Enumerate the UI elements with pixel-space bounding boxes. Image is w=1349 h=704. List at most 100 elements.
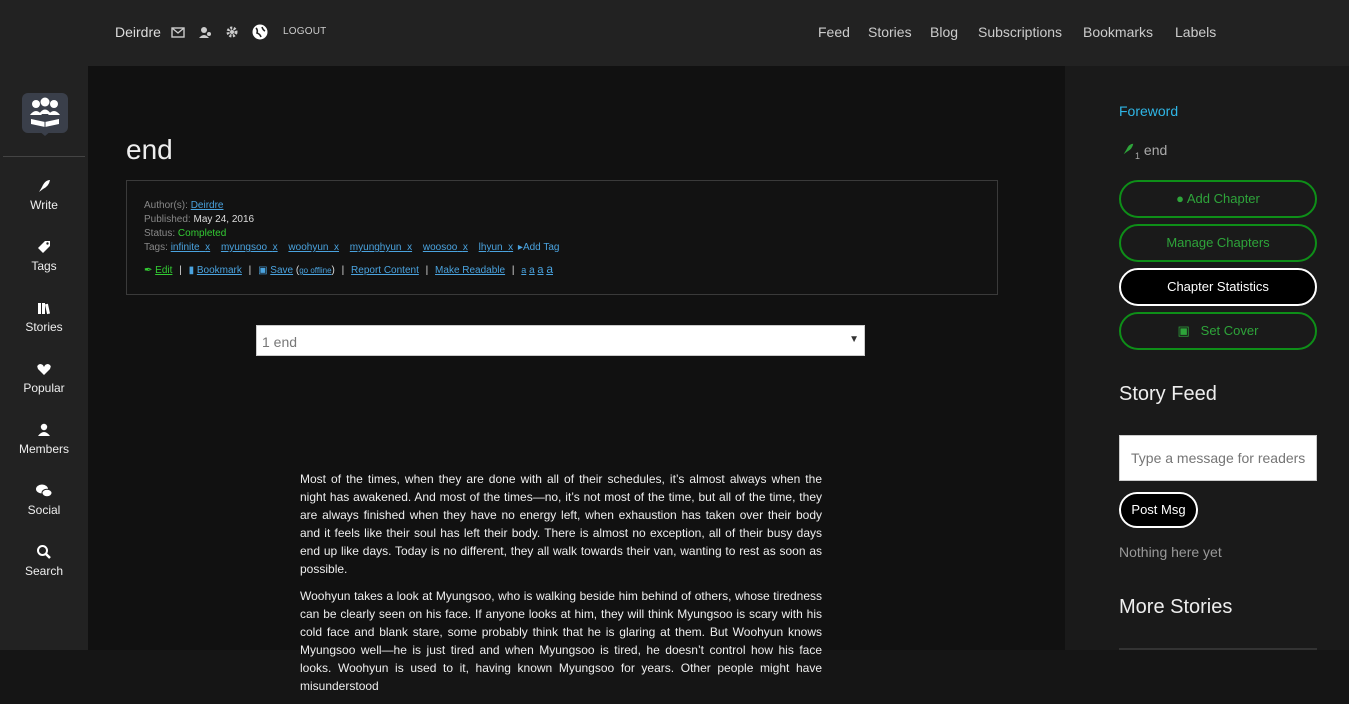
bookmark-icon: ▮: [188, 265, 195, 276]
font-size-smallest[interactable]: a: [521, 265, 526, 275]
top-bar: Deirdre LOGOUT Feed Stories Blog Subscri…: [0, 0, 1349, 67]
story-info-box: Author(s): Deirdre Published: May 24, 20…: [126, 180, 998, 295]
friends-icon[interactable]: [198, 25, 212, 39]
sidebar-item-label: Social: [27, 503, 61, 517]
add-chapter-button[interactable]: ● Add Chapter: [1119, 180, 1317, 218]
story-feed-heading: Story Feed: [1119, 383, 1217, 405]
story-title: end: [126, 134, 173, 165]
chapter-name: end: [1143, 142, 1168, 158]
font-size-large[interactable]: a: [546, 262, 553, 276]
story-paragraph: Woohyun takes a look at Myungsoo, who is…: [300, 589, 822, 693]
foreword-link[interactable]: Foreword: [1119, 103, 1178, 119]
sidebar-item-popular[interactable]: Popular: [0, 361, 88, 395]
sidebar-item-label: Search: [24, 564, 64, 578]
tags-label: Tags:: [144, 242, 168, 253]
logout-link[interactable]: LOGOUT: [283, 26, 326, 37]
report-content-link[interactable]: Report Content: [351, 265, 419, 276]
books-icon: [38, 303, 50, 315]
story-paragraph: Most of the times, when they are done wi…: [300, 472, 822, 576]
story-actions: ✒ Edit | ▮ Bookmark | ▣ Save (go offline…: [144, 262, 553, 276]
add-chapter-label: Add Chapter: [1186, 191, 1260, 206]
tag-link[interactable]: woosoo x: [423, 242, 468, 253]
user-name-link[interactable]: Deirdre: [115, 24, 161, 40]
chapter-select[interactable]: 1 end ▼: [256, 325, 865, 356]
save-icon: ▣: [258, 265, 268, 276]
font-size-small[interactable]: a: [529, 265, 535, 276]
author-line: Author(s): Deirdre: [144, 200, 223, 211]
globe-icon[interactable]: [252, 24, 268, 40]
nav-stories[interactable]: Stories: [868, 24, 912, 40]
site-logo[interactable]: [22, 93, 68, 133]
main-content: end Author(s): Deirdre Published: May 24…: [88, 66, 1065, 693]
sidebar-item-label: Popular: [23, 381, 65, 395]
sidebar-item-write[interactable]: Write: [0, 178, 88, 212]
sidebar-item-label: Write: [30, 198, 58, 212]
plus-circle-icon: ●: [1176, 191, 1184, 206]
feather-icon: ✒: [144, 265, 153, 276]
published-date: May 24, 2016: [193, 214, 255, 225]
sidebar-divider: [3, 156, 85, 157]
sidebar-item-stories[interactable]: Stories: [0, 300, 88, 334]
status-value: Completed: [177, 228, 227, 239]
manage-chapters-button[interactable]: Manage Chapters: [1119, 224, 1317, 262]
group-reading-icon: [30, 97, 60, 127]
chapter-select-value: 1 end: [262, 334, 298, 350]
mail-icon[interactable]: [171, 25, 185, 39]
go-offline-link[interactable]: go offline: [299, 266, 331, 275]
chat-icon: [36, 484, 53, 498]
sidebar-item-label: Stories: [25, 320, 63, 334]
sidebar-item-tags[interactable]: Tags: [0, 239, 88, 273]
manage-chapters-label: Manage Chapters: [1166, 235, 1270, 250]
chapter-statistics-button[interactable]: Chapter Statistics: [1119, 268, 1317, 306]
more-stories-heading: More Stories: [1119, 596, 1233, 618]
nav-labels[interactable]: Labels: [1175, 24, 1216, 40]
image-icon: ▣: [1177, 323, 1190, 338]
sidebar-item-members[interactable]: Members: [0, 422, 88, 456]
search-icon: [37, 545, 51, 559]
font-size-medium[interactable]: a: [537, 264, 543, 276]
chapter-statistics-label: Chapter Statistics: [1167, 279, 1269, 294]
heart-icon: [37, 364, 51, 375]
nav-blog[interactable]: Blog: [930, 24, 958, 40]
nav-subscriptions[interactable]: Subscriptions: [978, 24, 1062, 40]
nav-bookmarks[interactable]: Bookmarks: [1083, 24, 1153, 40]
tags-line: Tags: infinite x myungsoo x woohyun x my…: [144, 242, 559, 253]
save-link[interactable]: ▣ Save (go offline): [258, 265, 335, 276]
feather-icon: [39, 180, 50, 192]
make-readable-link[interactable]: Make Readable: [435, 265, 505, 276]
right-panel: Foreword 1 end ● Add Chapter Manage Chap…: [1065, 66, 1349, 650]
tag-link[interactable]: infinite x: [171, 242, 210, 253]
sidebar-item-label: Members: [18, 442, 69, 456]
tag-link[interactable]: myunghyun x: [350, 242, 412, 253]
status-label: Status:: [144, 228, 176, 239]
member-icon: [38, 423, 50, 436]
feather-icon: [1123, 143, 1134, 155]
status-line: Status: Completed: [144, 228, 226, 239]
published-label: Published:: [144, 214, 191, 225]
sidebar-item-search[interactable]: Search: [0, 544, 88, 578]
author-label: Author(s):: [144, 200, 188, 211]
sidebar-item-social[interactable]: Social: [0, 483, 88, 517]
set-cover-label: Set Cover: [1200, 323, 1259, 338]
gear-icon[interactable]: [225, 25, 239, 39]
tag-link[interactable]: lhyun x: [479, 242, 513, 253]
chevron-down-icon: ▼: [849, 334, 859, 345]
post-msg-button[interactable]: Post Msg: [1119, 492, 1198, 528]
tag-link[interactable]: woohyun x: [288, 242, 339, 253]
bookmark-link[interactable]: ▮ Bookmark: [189, 265, 242, 276]
tag-icon: [38, 241, 50, 253]
empty-feed-text: Nothing here yet: [1119, 544, 1222, 560]
logo-tail: [38, 130, 52, 136]
chapter-number: 1: [1135, 150, 1141, 161]
nav-feed[interactable]: Feed: [818, 24, 850, 40]
set-cover-button[interactable]: ▣ Set Cover: [1119, 312, 1317, 350]
edit-link[interactable]: ✒ Edit: [144, 265, 172, 276]
add-tag-link[interactable]: ▸Add Tag: [518, 242, 560, 253]
left-sidebar: Write Tags Stories Popular Members Socia…: [0, 66, 88, 650]
chapter-list-item[interactable]: 1 end: [1121, 142, 1167, 161]
story-text: Most of the times, when they are done wi…: [300, 470, 822, 704]
feed-message-input[interactable]: [1119, 435, 1317, 481]
sidebar-item-label: Tags: [31, 259, 57, 273]
author-link[interactable]: Deirdre: [191, 200, 224, 211]
tag-link[interactable]: myungsoo x: [221, 242, 278, 253]
